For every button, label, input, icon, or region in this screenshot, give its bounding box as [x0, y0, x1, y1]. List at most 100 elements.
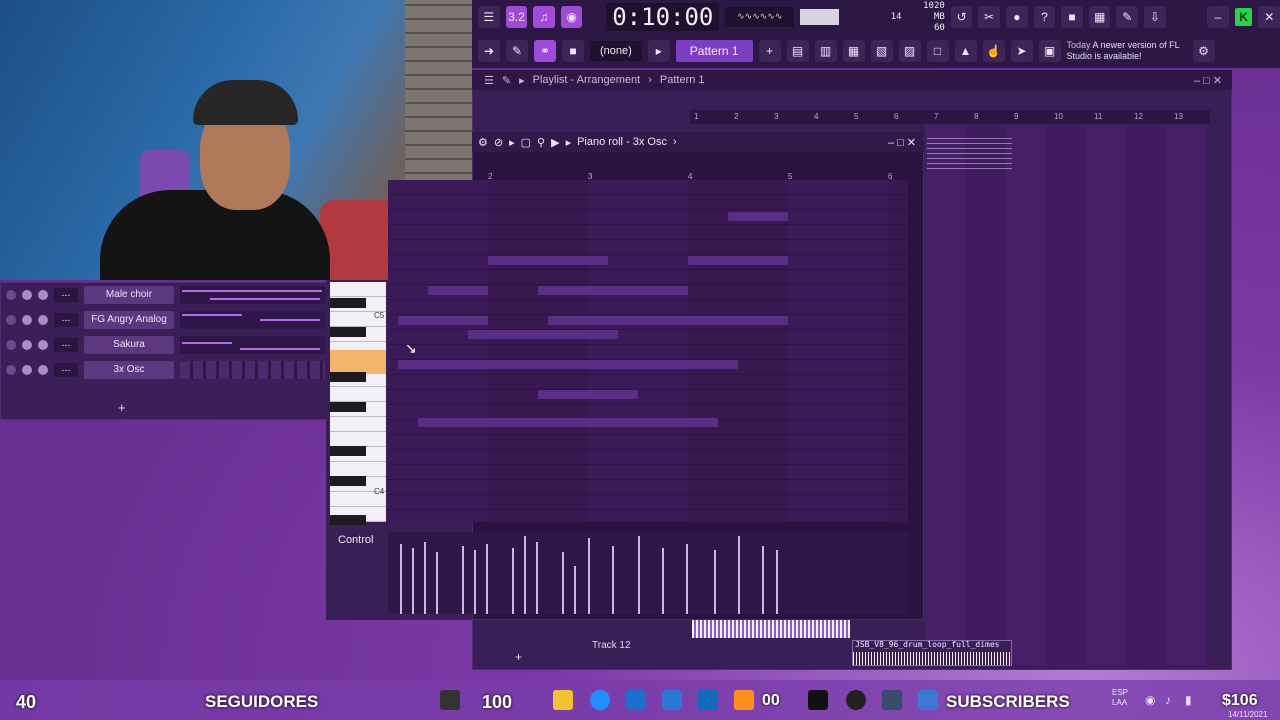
piano-roll-titlebar[interactable]: ⚙ ⊘ ▸ ▢ ⚲ ▶ ▸ Piano roll - 3x Osc › – □ …	[472, 132, 924, 152]
plugin-picker-icon[interactable]: ▲	[954, 40, 977, 62]
velocity-bar[interactable]	[474, 550, 476, 614]
file-explorer-icon[interactable]	[553, 690, 573, 710]
velocity-bar[interactable]	[536, 542, 538, 614]
velocity-bar[interactable]	[512, 548, 514, 614]
velocity-bar[interactable]	[524, 536, 526, 614]
velocity-bar[interactable]	[588, 538, 590, 614]
velocity-bar[interactable]	[738, 536, 740, 614]
channel-row[interactable]: --- 3x Osc	[6, 359, 326, 381]
magnet-icon[interactable]: ⚙	[478, 136, 488, 149]
volume-knob[interactable]	[38, 315, 48, 325]
paint-icon[interactable]: ✎	[502, 74, 511, 87]
taskbar-app-icon[interactable]	[440, 690, 460, 710]
terminal-icon[interactable]	[808, 690, 828, 710]
wifi-icon[interactable]: ◉	[1145, 693, 1155, 707]
store-icon[interactable]	[626, 690, 646, 710]
channel-power-icon[interactable]	[6, 290, 16, 300]
note[interactable]	[728, 212, 788, 221]
note[interactable]	[538, 390, 638, 399]
channel-rack-window-icon[interactable]: ▦	[842, 40, 865, 62]
download-icon[interactable]: ⇩	[1144, 6, 1166, 28]
stamp-icon[interactable]: ■	[562, 40, 584, 62]
chat-icon[interactable]: ✎	[1116, 6, 1139, 28]
black-key[interactable]	[330, 298, 366, 308]
close-app-icon[interactable]: ✕	[1258, 6, 1280, 28]
pan-knob[interactable]	[22, 315, 32, 325]
velocity-bar[interactable]	[662, 548, 664, 614]
add-channel-button[interactable]: +	[118, 400, 126, 415]
microphone-icon[interactable]: ●	[1006, 6, 1028, 28]
tempo-chip[interactable]: 3.2	[505, 6, 528, 28]
record-mode-icon[interactable]: ◉	[560, 6, 583, 28]
playlist-menu-icon[interactable]: ☰	[484, 74, 494, 87]
mixer-track-select[interactable]: ---	[54, 338, 78, 352]
velocity-bar[interactable]	[400, 544, 402, 614]
battery-icon[interactable]: ▮	[1185, 693, 1192, 707]
pattern-selector[interactable]: Pattern 1	[675, 40, 753, 62]
volume-icon[interactable]: ♪	[1165, 693, 1171, 707]
cart-icon[interactable]: ▣	[1038, 40, 1061, 62]
channel-note-preview[interactable]	[180, 311, 325, 329]
touch-icon[interactable]: ☝	[982, 40, 1005, 62]
language-indicator[interactable]: ESP LAA	[1112, 688, 1128, 708]
black-key[interactable]	[330, 476, 366, 486]
channel-row[interactable]: --- Male choir	[6, 284, 326, 306]
mixer-window-icon[interactable]: ▧	[870, 40, 893, 62]
mixer-track-select[interactable]: ---	[54, 363, 78, 377]
mixer-track-select[interactable]: ---	[54, 288, 78, 302]
channel-row[interactable]: --- FG Angry Analog	[6, 309, 326, 331]
channel-power-icon[interactable]	[6, 365, 16, 375]
news-panel[interactable]: Today A newer version of FL Studio is av…	[1067, 40, 1187, 62]
window-controls[interactable]: – □ ✕	[1194, 74, 1222, 87]
clock-date[interactable]: 14/11/2021	[1228, 710, 1267, 720]
master-volume-slider[interactable]	[800, 9, 840, 25]
note[interactable]	[398, 316, 488, 325]
note[interactable]	[418, 418, 718, 427]
velocity-bar[interactable]	[686, 544, 688, 614]
note[interactable]	[468, 330, 618, 339]
cut-icon[interactable]: ✂	[978, 6, 1001, 28]
black-key[interactable]	[330, 372, 366, 382]
channel-power-icon[interactable]	[6, 340, 16, 350]
fl-studio-taskbar-icon[interactable]	[734, 690, 754, 710]
steam-icon[interactable]	[918, 690, 938, 710]
add-pattern-icon[interactable]: +	[758, 40, 781, 62]
playlist-window-icon[interactable]: ▤	[786, 40, 809, 62]
speaker-icon[interactable]: ▸	[566, 136, 572, 149]
note[interactable]	[538, 286, 688, 295]
piano-roll-window-icon[interactable]: ▥	[814, 40, 837, 62]
channel-step-sequencer[interactable]	[180, 361, 325, 379]
note-grid[interactable]	[388, 180, 908, 522]
channel-name-button[interactable]: Sakura	[84, 336, 174, 354]
channel-name-button[interactable]: 3x Osc	[84, 361, 174, 379]
pan-knob[interactable]	[22, 365, 32, 375]
add-track-icon[interactable]: +	[515, 650, 522, 664]
playback-tool-icon[interactable]: ▶	[551, 136, 559, 149]
arrow-right-icon[interactable]: ➜	[478, 40, 500, 62]
channel-note-preview[interactable]	[180, 286, 325, 304]
monitor-icon[interactable]	[882, 690, 902, 710]
help-icon[interactable]: ?	[1033, 6, 1056, 28]
note[interactable]	[688, 256, 788, 265]
note[interactable]	[398, 360, 738, 369]
playlist-ruler[interactable]: 1 2 3 4 5 6 7 8 9 10 11 12 13	[690, 110, 1210, 124]
link-icon[interactable]: ⚭	[534, 40, 556, 62]
highlighted-key[interactable]	[330, 350, 386, 374]
file-icon[interactable]: □	[926, 40, 949, 62]
pan-knob[interactable]	[22, 290, 32, 300]
velocity-bar[interactable]	[462, 546, 464, 614]
velocity-bar[interactable]	[776, 550, 778, 614]
outlook-icon[interactable]	[698, 690, 718, 710]
velocity-control-lane[interactable]	[388, 532, 908, 614]
velocity-bar[interactable]	[574, 566, 576, 614]
volume-knob[interactable]	[38, 290, 48, 300]
news-settings-icon[interactable]: ⚙	[1192, 40, 1215, 62]
velocity-bar[interactable]	[612, 546, 614, 614]
black-key[interactable]	[330, 446, 366, 456]
obs-icon[interactable]	[846, 690, 866, 710]
minimize-icon[interactable]: –	[1207, 6, 1229, 28]
edge-browser-icon[interactable]	[590, 690, 610, 710]
velocity-bar[interactable]	[714, 550, 716, 614]
control-lane-label[interactable]: Control	[338, 534, 373, 546]
velocity-bar[interactable]	[762, 546, 764, 614]
